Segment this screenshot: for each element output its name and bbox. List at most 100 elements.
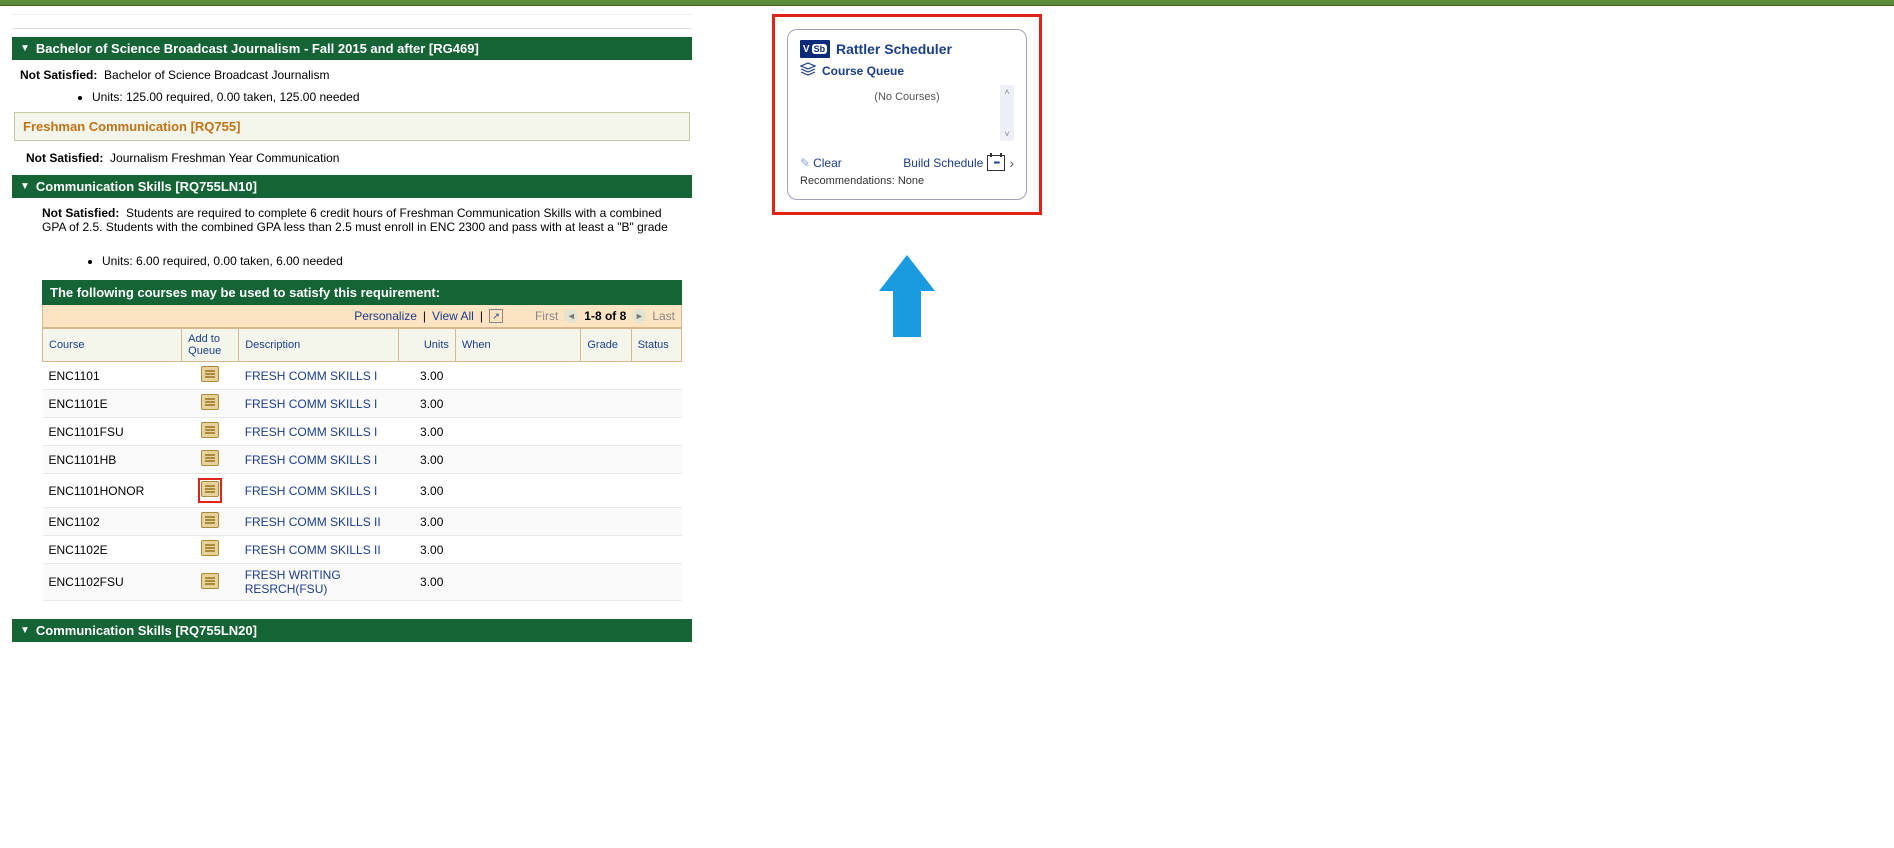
- build-schedule-button[interactable]: Build Schedule ▪▪▪ ›: [903, 155, 1014, 171]
- first-label[interactable]: First: [535, 309, 558, 323]
- course-units: 3.00: [398, 474, 455, 508]
- last-label[interactable]: Last: [652, 309, 675, 323]
- course-grade: [581, 508, 631, 536]
- queue-scrollbar[interactable]: ˄ ˅: [1000, 85, 1014, 141]
- add-to-queue-icon[interactable]: [201, 366, 219, 382]
- col-status[interactable]: Status: [631, 329, 681, 362]
- add-to-queue-icon[interactable]: [201, 422, 219, 438]
- not-satisfied-label: Not Satisfied:: [20, 68, 97, 82]
- col-grade[interactable]: Grade: [581, 329, 631, 362]
- course-when: [455, 418, 580, 446]
- add-to-queue-cell: [182, 474, 239, 508]
- table-row: ENC1101FRESH COMM SKILLS I3.00: [43, 362, 682, 390]
- stack-icon: [800, 62, 816, 79]
- comm-skills-2-header[interactable]: ▼ Communication Skills [RQ755LN20]: [12, 619, 692, 642]
- next-icon[interactable]: ►: [632, 309, 646, 323]
- course-status: [631, 362, 681, 390]
- table-row: ENC1101EFRESH COMM SKILLS I3.00: [43, 390, 682, 418]
- course-queue-label: Course Queue: [822, 64, 904, 78]
- scheduler-highlight-box: VSb Rattler Scheduler Course Queue (No C…: [772, 14, 1042, 215]
- add-to-queue-icon[interactable]: [201, 394, 219, 410]
- course-description-link[interactable]: FRESH COMM SKILLS II: [239, 508, 399, 536]
- scheduler-panel: VSb Rattler Scheduler Course Queue (No C…: [787, 29, 1027, 200]
- course-when: [455, 362, 580, 390]
- course-grade: [581, 390, 631, 418]
- course-queue-box: (No Courses) ˄ ˅: [800, 85, 1014, 141]
- course-grade: [581, 418, 631, 446]
- not-satisfied-text: Bachelor of Science Broadcast Journalism: [104, 68, 329, 82]
- collapse-icon: ▼: [20, 43, 30, 54]
- table-row: ENC1101HBFRESH COMM SKILLS I3.00: [43, 446, 682, 474]
- add-to-queue-icon[interactable]: [201, 540, 219, 556]
- course-description-link[interactable]: FRESH COMM SKILLS I: [239, 362, 399, 390]
- comm-skills-1-header[interactable]: ▼ Communication Skills [RQ755LN10]: [12, 175, 692, 198]
- panel-spacer: [12, 19, 692, 29]
- col-add-to-queue[interactable]: Add to Queue: [182, 329, 239, 362]
- add-to-queue-icon[interactable]: [201, 573, 219, 589]
- program-header-bar[interactable]: ▼ Bachelor of Science Broadcast Journali…: [12, 37, 692, 60]
- recommendations-label: Recommendations:: [800, 175, 895, 187]
- course-code: ENC1101HB: [43, 446, 182, 474]
- course-code: ENC1101HONOR: [43, 474, 182, 508]
- add-to-queue-cell: [182, 446, 239, 474]
- col-description[interactable]: Description: [239, 329, 399, 362]
- course-status: [631, 390, 681, 418]
- vsb-logo-icon: VSb: [800, 40, 830, 58]
- popout-icon[interactable]: ↗: [489, 309, 503, 323]
- add-to-queue-icon[interactable]: [201, 450, 219, 466]
- program-not-satisfied: Not Satisfied: Bachelor of Science Broad…: [12, 60, 692, 86]
- sub-requirement-box: Freshman Communication [RQ755]: [14, 112, 690, 141]
- course-status: [631, 536, 681, 564]
- scroll-up-icon[interactable]: ˄: [1004, 87, 1009, 97]
- broom-icon: ✎: [800, 156, 810, 170]
- scroll-down-icon[interactable]: ˅: [1004, 129, 1009, 139]
- course-grade: [581, 446, 631, 474]
- prev-icon[interactable]: ◄: [564, 309, 578, 323]
- logo-v: V: [803, 44, 810, 55]
- course-status: [631, 474, 681, 508]
- course-units: 3.00: [398, 418, 455, 446]
- col-when[interactable]: When: [455, 329, 580, 362]
- collapse-icon: ▼: [20, 181, 30, 192]
- course-description-link[interactable]: FRESH COMM SKILLS I: [239, 446, 399, 474]
- scheduler-title: Rattler Scheduler: [836, 41, 952, 57]
- personalize-link[interactable]: Personalize: [354, 309, 417, 323]
- table-row: ENC1101HONOR FRESH COMM SKILLS I3.00: [43, 474, 682, 508]
- course-status: [631, 508, 681, 536]
- course-units: 3.00: [398, 508, 455, 536]
- sub-req-not-satisfied: Not Satisfied: Journalism Freshman Year …: [12, 151, 692, 169]
- sub-requirement-title: Freshman Communication [RQ755]: [23, 119, 240, 134]
- course-table-controls: Personalize | View All | ↗ First ◄ 1-8 o…: [42, 305, 682, 328]
- course-description-link[interactable]: FRESH COMM SKILLS II: [239, 536, 399, 564]
- not-satisfied-text: Journalism Freshman Year Communication: [110, 151, 339, 165]
- course-status: [631, 564, 681, 601]
- course-when: [455, 474, 580, 508]
- course-when: [455, 536, 580, 564]
- course-units: 3.00: [398, 564, 455, 601]
- course-description-link[interactable]: FRESH COMM SKILLS I: [239, 390, 399, 418]
- course-units: 3.00: [398, 536, 455, 564]
- course-queue-header: Course Queue: [800, 62, 1014, 79]
- build-schedule-label: Build Schedule: [903, 156, 983, 170]
- course-description-link[interactable]: FRESH WRITING RESRCH(FSU): [239, 564, 399, 601]
- course-code: ENC1101E: [43, 390, 182, 418]
- no-courses-text: (No Courses): [874, 91, 939, 103]
- table-row: ENC1102 FRESH COMM SKILLS II3.00: [43, 508, 682, 536]
- course-table: Course Add to Queue Description Units Wh…: [42, 328, 682, 601]
- annotation-arrow-icon: [882, 255, 932, 337]
- collapse-icon: ▼: [20, 625, 30, 636]
- comm-skills-1-text: Communication Skills [RQ755LN10]: [36, 179, 257, 194]
- col-units[interactable]: Units: [398, 329, 455, 362]
- add-to-queue-cell: [182, 362, 239, 390]
- add-to-queue-icon[interactable]: [201, 512, 219, 528]
- col-course[interactable]: Course: [43, 329, 182, 362]
- clear-label: Clear: [813, 156, 842, 170]
- course-description-link[interactable]: FRESH COMM SKILLS I: [239, 474, 399, 508]
- course-code: ENC1102: [43, 508, 182, 536]
- view-all-link[interactable]: View All: [432, 309, 474, 323]
- add-to-queue-icon[interactable]: [201, 481, 219, 497]
- sep: |: [423, 309, 426, 323]
- course-grade: [581, 536, 631, 564]
- course-description-link[interactable]: FRESH COMM SKILLS I: [239, 418, 399, 446]
- clear-button[interactable]: ✎ Clear: [800, 156, 842, 170]
